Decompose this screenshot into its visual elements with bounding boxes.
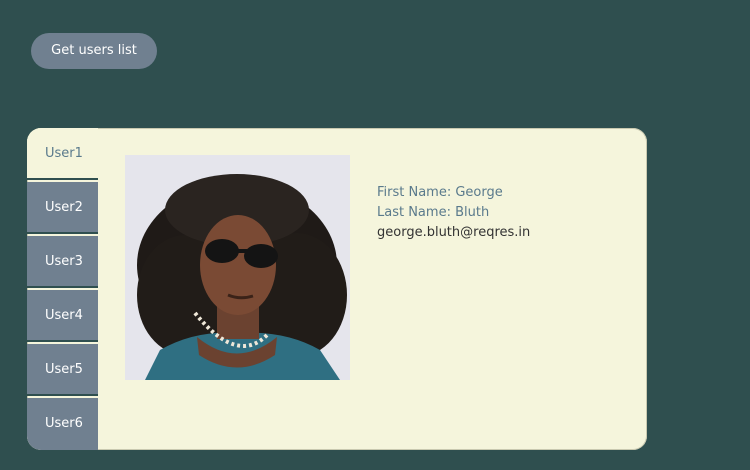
tab-user1[interactable]: User1 <box>27 128 98 180</box>
avatar-portrait-image <box>125 155 350 380</box>
last-name-text: Last Name: Bluth <box>377 205 490 220</box>
user-card: User1 User2 User3 User4 User5 User6 Firs… <box>27 128 647 450</box>
get-users-list-button[interactable]: Get users list <box>31 33 157 69</box>
email-text: george.bluth@reqres.in <box>377 225 531 240</box>
tab-user4[interactable]: User4 <box>27 290 98 342</box>
user-avatar <box>125 155 350 380</box>
tab-user6[interactable]: User6 <box>27 398 98 450</box>
tab-user5[interactable]: User5 <box>27 344 98 396</box>
tab-user2[interactable]: User2 <box>27 182 98 234</box>
user-info: First Name: George Last Name: Bluth geor… <box>377 183 530 243</box>
tab-user3[interactable]: User3 <box>27 236 98 288</box>
user-tabs: User1 User2 User3 User4 User5 User6 <box>27 128 98 450</box>
first-name-text: First Name: George <box>377 185 503 200</box>
